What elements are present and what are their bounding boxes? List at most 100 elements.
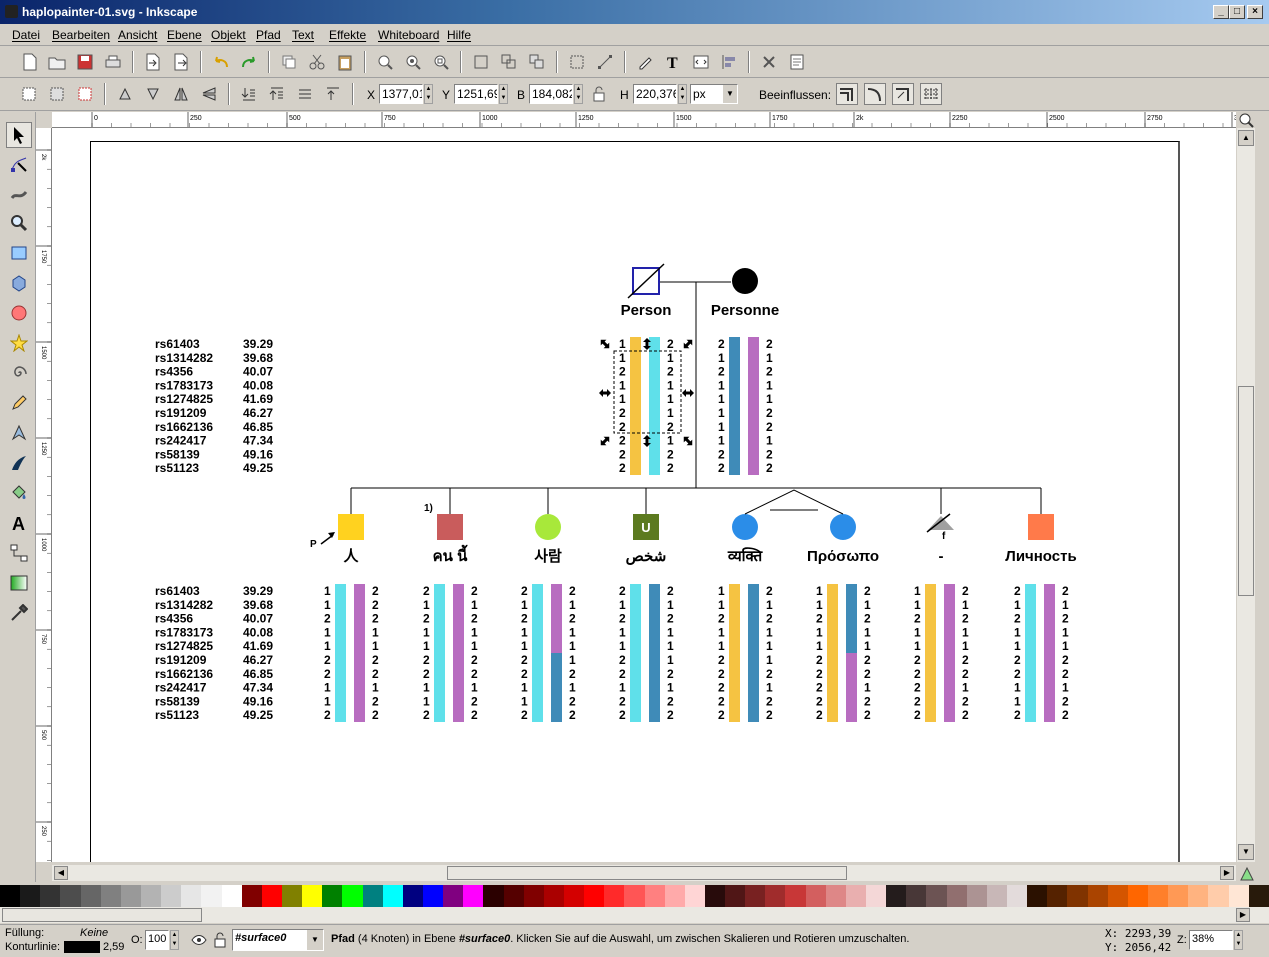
eye-visibility-icon[interactable] [188, 929, 210, 951]
dropper-tool-icon[interactable] [6, 600, 32, 626]
palette-swatch[interactable] [261, 885, 282, 907]
child-symbol[interactable] [732, 514, 758, 540]
scale-corners-icon[interactable] [864, 83, 886, 105]
align-distribute-icon[interactable] [718, 51, 740, 73]
palette-swatch[interactable] [302, 885, 323, 907]
palette-swatch[interactable] [906, 885, 927, 907]
palette-swatch[interactable] [20, 885, 41, 907]
menu-hilfe[interactable]: Hilfe [447, 28, 471, 42]
spiral-tool-icon[interactable] [6, 360, 32, 386]
maximize-button[interactable]: □ [1229, 5, 1245, 19]
palette-swatch[interactable] [725, 885, 746, 907]
zoom-corner-icon[interactable] [1237, 112, 1255, 128]
palette-swatch[interactable] [1168, 885, 1189, 907]
palette-swatch[interactable] [704, 885, 726, 907]
select-all-layers-icon[interactable] [46, 83, 68, 105]
palette-swatch[interactable] [886, 885, 907, 907]
menu-effekte[interactable]: Effekte [329, 28, 366, 42]
child-symbol[interactable] [535, 514, 561, 540]
export-icon[interactable] [170, 51, 192, 73]
flip-vertical-icon[interactable] [198, 83, 220, 105]
deselect-icon[interactable] [74, 83, 96, 105]
star-tool-icon[interactable] [6, 330, 32, 356]
palette-swatch[interactable] [120, 885, 141, 907]
palette-swatch[interactable] [1067, 885, 1088, 907]
selection-handle[interactable] [682, 389, 694, 397]
palette-swatch[interactable] [866, 885, 887, 907]
transform-patterns-icon[interactable] [920, 83, 942, 105]
unit-select[interactable]: px ▼ [690, 84, 738, 104]
palette-swatch[interactable] [322, 885, 343, 907]
selection-handle[interactable] [681, 434, 695, 448]
selection-handle[interactable] [681, 337, 695, 351]
rectangle-tool-icon[interactable] [6, 240, 32, 266]
palette-swatch[interactable] [281, 885, 303, 907]
palette-swatch[interactable] [523, 885, 544, 907]
redo-icon[interactable] [238, 51, 260, 73]
palette-scrollbar[interactable]: ▶ [0, 907, 1269, 923]
palette-swatch[interactable] [161, 885, 182, 907]
palette-swatch[interactable] [443, 885, 464, 907]
palette-swatch[interactable] [926, 885, 947, 907]
selection-handle[interactable] [598, 337, 612, 351]
opacity-spinner[interactable]: ▲ ▼ [170, 930, 179, 950]
snap-bbox-icon[interactable] [566, 51, 588, 73]
palette-swatch[interactable] [1188, 885, 1209, 907]
y-field[interactable]: 1251,69 [454, 84, 498, 104]
palette-scroll-thumb[interactable] [2, 908, 202, 922]
raise-to-top-icon[interactable] [322, 83, 344, 105]
document-properties-icon[interactable] [786, 51, 808, 73]
zoom-drawing-icon[interactable] [402, 51, 424, 73]
duplicate-icon[interactable] [278, 51, 300, 73]
zoom-field[interactable]: 38% [1189, 930, 1233, 950]
child-symbol[interactable] [1028, 514, 1054, 540]
color-management-icon[interactable] [1239, 866, 1255, 882]
rotate-ccw-icon[interactable] [114, 83, 136, 105]
selection-handle[interactable] [598, 434, 612, 448]
pencil-tool-icon[interactable] [6, 390, 32, 416]
open-document-icon[interactable] [46, 51, 68, 73]
palette-swatch[interactable] [1087, 885, 1108, 907]
layer-select[interactable]: #surface0 ▼ [232, 929, 324, 951]
color-palette[interactable] [0, 885, 1269, 907]
minimize-button[interactable]: _ [1213, 5, 1229, 19]
import-icon[interactable] [142, 51, 164, 73]
palette-swatch[interactable] [40, 885, 61, 907]
palette-swatch[interactable] [785, 885, 806, 907]
scroll-down-button[interactable]: ▼ [1238, 844, 1254, 860]
palette-scroll-right[interactable]: ▶ [1236, 908, 1250, 922]
palette-swatch[interactable] [1148, 885, 1169, 907]
zoom-selection-icon[interactable] [374, 51, 396, 73]
scroll-right-button[interactable]: ▶ [1220, 866, 1234, 880]
child-symbol[interactable] [830, 514, 856, 540]
menu-ansicht[interactable]: Ansicht [118, 28, 157, 42]
opacity-field[interactable]: 100 [145, 930, 169, 950]
vertical-scroll-thumb[interactable] [1238, 386, 1254, 596]
menu-text[interactable]: Text [292, 28, 314, 42]
paste-icon[interactable] [334, 51, 356, 73]
width-spinner[interactable]: ▲ ▼ [574, 84, 583, 104]
selection-handle[interactable] [599, 389, 611, 397]
xml-editor-icon[interactable] [690, 51, 712, 73]
palette-swatch[interactable] [543, 885, 564, 907]
palette-swatch[interactable] [382, 885, 403, 907]
lower-icon[interactable] [294, 83, 316, 105]
palette-swatch[interactable] [342, 885, 363, 907]
palette-swatch[interactable] [1208, 885, 1229, 907]
menu-objekt[interactable]: Objekt [211, 28, 246, 42]
palette-swatch[interactable] [805, 885, 826, 907]
palette-swatch[interactable] [463, 885, 484, 907]
width-field[interactable]: 184,082 [529, 84, 573, 104]
menu-ebene[interactable]: Ebene [167, 28, 202, 42]
menu-whiteboard[interactable]: Whiteboard [378, 28, 439, 42]
connector-tool-icon[interactable] [6, 540, 32, 566]
palette-swatch[interactable] [1107, 885, 1128, 907]
node-tool-icon[interactable] [6, 152, 32, 178]
lower-to-bottom-icon[interactable] [238, 83, 260, 105]
child-symbol[interactable] [437, 514, 463, 540]
raise-icon[interactable] [266, 83, 288, 105]
select-all-icon[interactable] [18, 83, 40, 105]
clone-icon[interactable] [526, 51, 548, 73]
scroll-left-button[interactable]: ◀ [54, 866, 68, 880]
height-field[interactable]: 220,376 [633, 84, 677, 104]
